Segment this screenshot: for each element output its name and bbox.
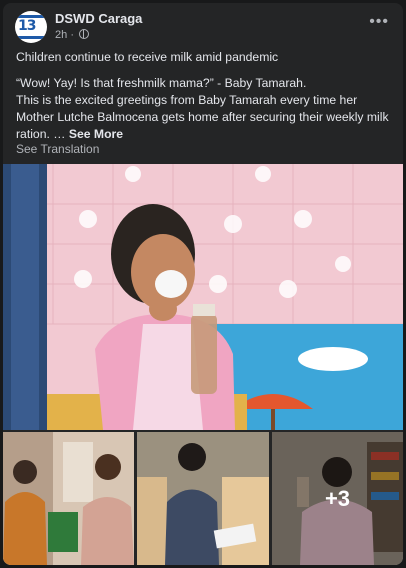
post-card: 13 DSWD Caraga 2h · ••• Children continu… (3, 3, 403, 565)
page-avatar[interactable]: 13 (15, 11, 47, 43)
main-photo[interactable] (3, 164, 403, 430)
post-meta: 2h · (55, 29, 90, 41)
thumbnail-photo-2[interactable] (137, 432, 269, 565)
globe-icon[interactable] (79, 29, 90, 39)
more-options-icon[interactable]: ••• (369, 14, 389, 30)
page-name-link[interactable]: DSWD Caraga (55, 11, 142, 26)
post-text: Children continue to receive milk amid p… (16, 49, 394, 143)
photo-thumbnails: +3 (3, 432, 403, 565)
post-header: 13 DSWD Caraga 2h · ••• (3, 3, 403, 47)
see-translation-link[interactable]: See Translation (16, 142, 99, 156)
thumbnail-illustration (137, 432, 269, 565)
post-timestamp[interactable]: 2h (55, 29, 67, 41)
thumbnail-illustration (3, 432, 134, 565)
avatar-logo-text: 13 (18, 18, 37, 34)
post-quote: “Wow! Yay! Is that freshmilk mama?” - Ba… (16, 76, 307, 90)
avatar-stripe (15, 36, 47, 39)
more-photos-count[interactable]: +3 (272, 432, 403, 565)
post-title: Children continue to receive milk amid p… (16, 50, 279, 64)
main-photo-illustration (3, 164, 403, 430)
thumbnail-photo-1[interactable] (3, 432, 134, 565)
see-more-link[interactable]: See More (69, 127, 123, 141)
thumbnail-photo-3[interactable]: +3 (272, 432, 403, 565)
